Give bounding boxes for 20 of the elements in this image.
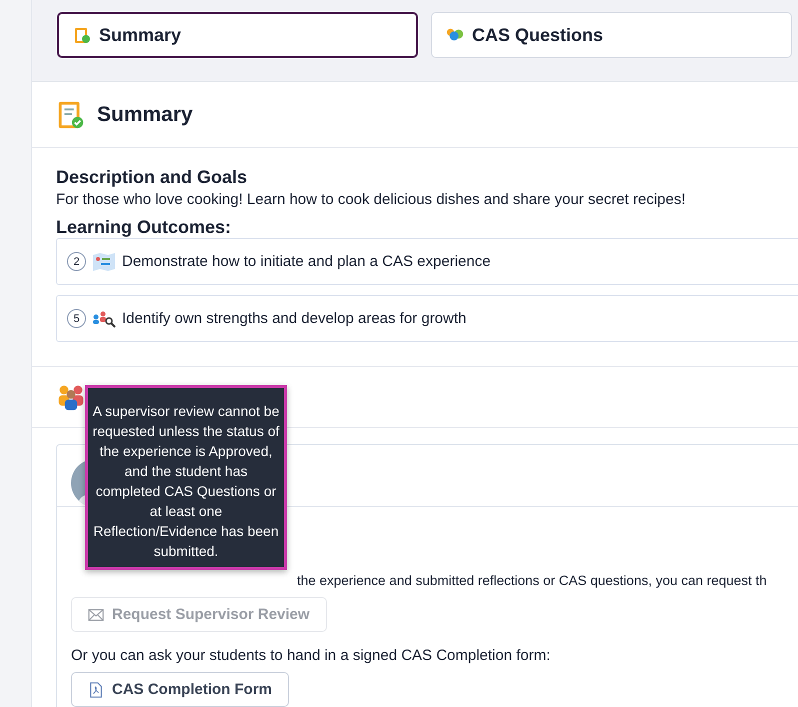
outcome-text: Demonstrate how to initiate and plan a CAS experience — [122, 253, 491, 270]
tab[interactable]: Summary — [57, 12, 418, 58]
next-steps-text: the experience and submitted reflections or CAS questions, you can request th — [297, 572, 768, 590]
tooltip: A supervisor review cannot be requested unless the status of the experience is Approved, and the student has completed CAS Questions or at least one Reflection/Evidence has been submitted. — [85, 385, 287, 570]
envelope-icon — [88, 606, 104, 622]
outcomes-heading: Learning Outcomes: — [56, 216, 232, 238]
people-magnifier-icon — [92, 308, 116, 328]
completion-form-button[interactable]: CAS Completion Form — [71, 672, 289, 707]
tab[interactable]: CAS Questions — [431, 12, 792, 58]
pdf-file-icon — [88, 682, 104, 698]
section-title: Summary — [97, 102, 193, 126]
outcome-number: 5 — [67, 309, 86, 328]
description-heading: Description and Goals — [56, 166, 248, 188]
description-text: For those who love cooking! Learn how to cook delicious dishes and share your secret recipes! — [56, 190, 687, 210]
outcome-number: 2 — [67, 252, 86, 271]
form-text: Or you can ask your students to hand in a signed CAS Completion form: — [71, 646, 552, 666]
outcome-text: Identify own strengths and develop areas for growth — [122, 310, 466, 327]
clipboard-icon — [57, 100, 85, 130]
clipboard-icon — [73, 26, 91, 44]
map-icon — [92, 252, 116, 272]
